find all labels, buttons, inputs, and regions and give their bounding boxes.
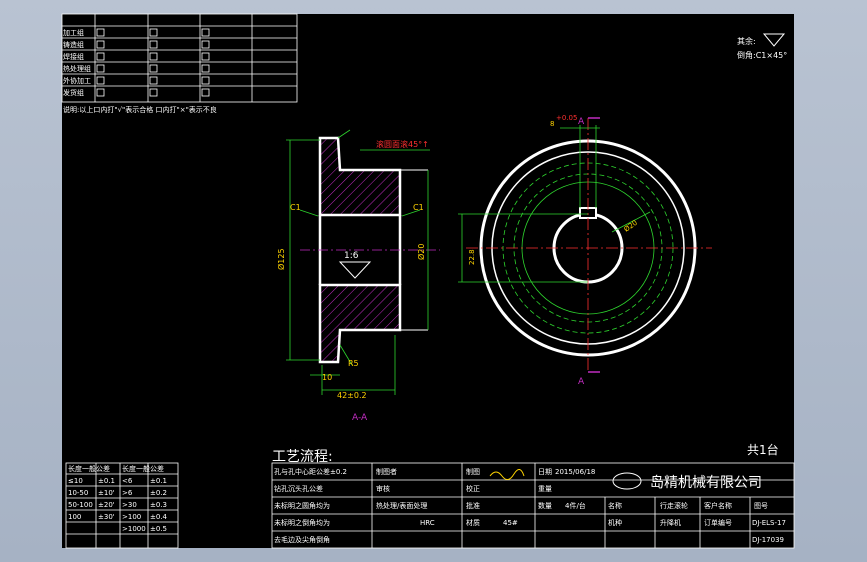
material-value: 45# [503,519,518,527]
tol-cell: ±10' [98,489,115,497]
customer-no-label: 订单编号 [704,518,732,527]
tol-cell: ±0.5 [150,525,167,533]
tol-cell: ±0.3 [150,501,167,509]
taper-label: 1:6 [344,251,359,261]
row-label-3: 焊接组 [63,52,84,61]
depth-dim: 22.8 [468,249,476,265]
surface-label: 热处理/表面处理 [376,501,427,510]
name-label: 名称 [608,501,622,510]
tol-cell: >30 [122,501,137,509]
qty-label: 数量 [538,501,552,510]
tol-cell: 100 [68,513,81,521]
tol-header-2: 长度一般公差 [122,464,164,473]
drawing-no: DJ-ELS-17 [752,519,786,527]
small-dim: 10 [322,373,332,382]
tol-cell: ±20' [98,501,115,509]
tol-cell: ±0.1 [150,477,167,485]
row-label-2: 铸造组 [63,40,84,49]
count-label: 共1台 [747,442,779,457]
tol-cell: ±0.2 [150,489,167,497]
model-value: 升降机 [660,518,681,527]
row-label-5: 外协加工 [63,76,91,85]
drawing-no2: DJ-17039 [752,536,784,544]
company-name: 岛精机械有限公司 [650,475,762,491]
note-2: 钻孔沉头孔公差 [274,484,323,493]
tol-header-1: 长度一般公差 [68,464,110,473]
material-label: 材质 [466,518,480,527]
date-value: 2015/06/18 [555,468,595,476]
note-5: 去毛边及尖角倒角 [274,535,330,544]
tol-cell: ±0.4 [150,513,168,521]
cad-viewport: 加工组 铸造组 焊接组 热处理组 外协加工 发货组 说明:以上口内打"√"表示合… [61,13,795,549]
tol-cell: ±30' [98,513,115,521]
tol-cell: <6 [122,477,133,485]
note-4: 未标明之倒角均为 [274,518,330,527]
note-3: 未标明之圆角均为 [274,501,330,510]
model-label: 机种 [608,518,622,527]
section-marker-top: A [578,117,585,127]
tol-cell: ±0.1 [98,477,115,485]
drawn-by: 制图者 [376,467,397,476]
knurl-note: 滚圆面滚45°↑ [376,139,429,149]
tol-cell: >1000 [122,525,146,533]
tol-cell: 50-100 [68,501,93,509]
row-label-1: 加工组 [63,28,84,37]
tol-cell: 10-50 [68,489,88,497]
tol-cell: >6 [122,489,133,497]
length-dim: 42±0.2 [337,391,367,400]
keyway-width: 8 [550,120,554,128]
tol-cell: ≤10 [68,477,83,485]
chamfer-r: R5 [348,359,359,368]
hardness-label: HRC [420,519,435,527]
section-label: A-A [352,413,368,423]
qty-value: 4件/台 [565,501,586,510]
c1-right: C1 [413,203,424,212]
drawing-no-label: 图号 [754,502,768,510]
note-1: 孔与孔中心距公差±0.2 [274,467,347,476]
approved-label: 批准 [466,501,480,510]
outer-diameter-dim: Ø125 [276,248,286,270]
roughness-label: 其余: [737,36,756,46]
c1-left: C1 [290,203,301,212]
chamfer-note: 倒角:C1×45° [737,50,787,60]
date-label: 日期 [538,468,552,476]
weight-label: 重量 [538,485,552,493]
check-label: 校正 [466,484,480,493]
checked-by: 审核 [376,484,390,493]
row-label-4: 热处理组 [63,64,91,73]
part-name: 行走滚轮 [660,501,688,510]
drawing-label: 制图 [466,467,480,476]
row-label-6: 发货组 [63,88,84,97]
inspection-note: 说明:以上口内打"√"表示合格 口内打"×"表示不良 [63,105,217,114]
keyway-tol-top: +0.05 [556,114,577,122]
hub-diameter-dim: Ø20 [416,244,426,260]
section-marker-bottom: A [578,377,585,387]
customer-label: 客户名称 [704,501,732,510]
tol-cell: >100 [122,513,141,521]
